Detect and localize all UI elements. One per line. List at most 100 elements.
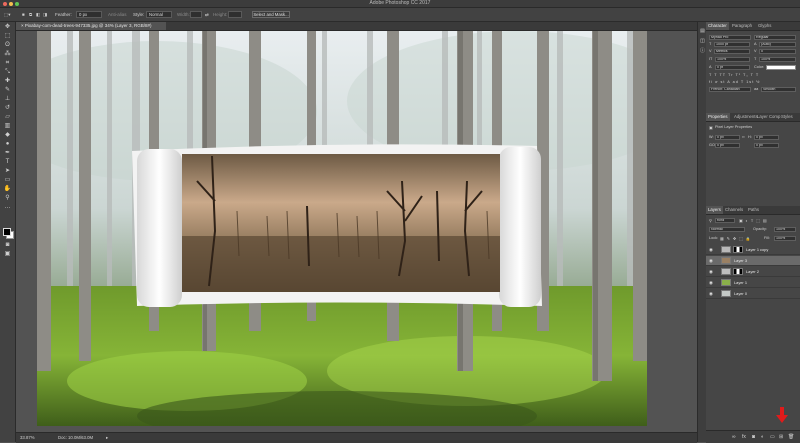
filter-icons[interactable]: ▣ ◐ T ⬚ ▤ (739, 218, 767, 223)
x-input[interactable]: 0 px (715, 143, 740, 148)
tab-paragraph[interactable]: Paragraph (730, 22, 754, 30)
tab-channels[interactable]: Channels (723, 206, 745, 214)
healing-brush-tool-icon[interactable]: ✚ (3, 78, 12, 85)
new-selection-icon[interactable]: ■ (22, 11, 25, 18)
visibility-eye-icon[interactable]: ◉ (709, 258, 713, 263)
baseline-input[interactable]: 0 pt (715, 65, 750, 70)
kind-filter-select[interactable]: Kind (715, 218, 735, 223)
w-input[interactable]: 0 px (715, 135, 740, 140)
history-brush-tool-icon[interactable]: ↺ (3, 105, 12, 112)
document-tab-title: Pixabay-com-dead-trees-947335.jpg @ 34% … (24, 23, 152, 28)
document-tab[interactable]: × Pixabay-com-dead-trees-947335.jpg @ 34… (16, 22, 166, 30)
feather-input[interactable]: 0 px (76, 11, 102, 18)
height-input[interactable] (228, 11, 242, 18)
tracking-select[interactable]: 0 (759, 49, 796, 54)
tab-styles[interactable]: Styles (779, 113, 795, 121)
visibility-eye-icon[interactable]: ◉ (709, 247, 713, 252)
layer-row[interactable]: ◉ Layer 2 (706, 267, 800, 277)
path-selection-tool-icon[interactable]: ➤ (3, 168, 12, 175)
rectangle-tool-icon[interactable]: ▭ (3, 177, 12, 184)
trash-icon[interactable]: 🗑 (788, 435, 794, 440)
layer-row[interactable]: ◉ Layer 3 (706, 256, 800, 266)
antialias-checkbox[interactable]: Anti-alias (108, 11, 127, 18)
type-tool-icon[interactable]: T (3, 159, 12, 166)
pen-tool-icon[interactable]: ✒ (3, 150, 12, 157)
adjustment-icon[interactable]: ◐ (761, 435, 764, 440)
layer-name: Layer 1 copy (746, 247, 769, 252)
tab-glyphs[interactable]: Glyphs (756, 22, 773, 30)
font-size-select[interactable]: 1000 pt (714, 42, 750, 47)
tab-paths[interactable]: Paths (746, 206, 761, 214)
visibility-eye-icon[interactable]: ◉ (709, 269, 713, 274)
opacity-input[interactable]: 100% (774, 227, 796, 232)
h-input[interactable]: 0 px (754, 135, 779, 140)
link-icon[interactable]: ∞ (742, 135, 745, 139)
fx-icon[interactable]: fx (742, 435, 746, 440)
layer-mask-thumbnail[interactable] (733, 268, 743, 275)
status-menu-icon[interactable]: ▸ (106, 435, 108, 441)
layer-thumbnail[interactable] (721, 268, 731, 275)
select-and-mask-button[interactable]: Select and Mask... (252, 11, 290, 18)
fill-input[interactable]: 100% (774, 236, 796, 241)
horizontal-scale-input[interactable]: 100% (759, 57, 796, 62)
blend-mode-select[interactable]: Normal (709, 227, 745, 232)
foreground-color-swatch[interactable] (3, 228, 11, 236)
tab-properties[interactable]: Properties (706, 113, 730, 121)
swap-icon[interactable]: ⇄ (205, 11, 209, 18)
tab-layers[interactable]: Layers (706, 206, 723, 214)
quick-mask-icon[interactable]: ◙ (3, 242, 12, 249)
zoom-tool-icon[interactable]: ⚲ (3, 195, 12, 202)
quick-select-tool-icon[interactable]: ⁂ (3, 51, 12, 58)
layer-thumbnail[interactable] (721, 290, 731, 297)
layer-thumbnail[interactable] (721, 279, 731, 286)
tab-character[interactable]: Character (706, 22, 729, 30)
y-input[interactable]: 0 px (754, 143, 779, 148)
crop-tool-icon[interactable]: ⌗ (3, 60, 12, 67)
blur-tool-icon[interactable]: ◆ (3, 132, 12, 139)
kerning-icon: V (709, 49, 712, 53)
vertical-scale-input[interactable]: 100% (715, 57, 750, 62)
visibility-eye-icon[interactable]: ◉ (709, 291, 713, 296)
opentype-buttons[interactable]: fi ơ st A ad T 1st ½ (709, 80, 760, 84)
lasso-tool-icon[interactable]: ʘ (3, 42, 12, 49)
width-input[interactable] (190, 11, 202, 18)
eyedropper-tool-icon[interactable]: ⤡ (3, 69, 12, 76)
antialias-select[interactable]: Smooth (761, 87, 796, 92)
leading-select[interactable]: (Auto) (759, 42, 796, 47)
layer-row[interactable]: ◉ Layer 1 (706, 278, 800, 288)
mask-icon[interactable]: ◙ (752, 435, 755, 440)
brush-tool-icon[interactable]: ✎ (3, 87, 12, 94)
dodge-tool-icon[interactable]: ● (3, 141, 12, 148)
zoom-level[interactable]: 33.87% (20, 435, 35, 440)
text-style-buttons[interactable]: T T TT Tr T¹ T₁ T T (709, 73, 759, 77)
layer-row[interactable]: ◉ Layer 0 (706, 289, 800, 299)
layer-thumbnail[interactable] (721, 257, 731, 264)
add-selection-icon[interactable]: ⧉ (29, 11, 32, 18)
intersect-selection-icon[interactable]: ◨ (43, 11, 47, 18)
font-family-select[interactable]: Myriad Pro (709, 35, 751, 40)
document-canvas[interactable] (37, 31, 647, 426)
layer-row[interactable]: ◉ Layer 1 copy (706, 245, 800, 255)
new-layer-icon[interactable]: ⊞ (779, 435, 783, 440)
marquee-tool-icon[interactable]: ⬚ (3, 33, 12, 40)
style-select[interactable]: Normal (146, 11, 172, 18)
kerning-select[interactable]: Metrics (714, 49, 750, 54)
marquee-tool-icon[interactable]: ⬚▾ (4, 11, 11, 18)
text-color-swatch[interactable] (766, 65, 796, 70)
clone-stamp-tool-icon[interactable]: ⊥ (3, 96, 12, 103)
link-icon[interactable]: ∞ (732, 435, 736, 440)
font-style-select[interactable]: Regular (754, 35, 796, 40)
language-select[interactable]: French: Canadian (709, 87, 751, 92)
gradient-tool-icon[interactable]: ▥ (3, 123, 12, 130)
subtract-selection-icon[interactable]: ◧ (36, 11, 40, 18)
folder-icon[interactable]: ▭ (770, 435, 775, 440)
screen-mode-icon[interactable]: ▣ (3, 251, 12, 258)
lock-icons[interactable]: ▦ ✎ ✥ ⬚ 🔒 (720, 236, 752, 241)
layer-thumbnail[interactable] (721, 246, 731, 253)
hand-tool-icon[interactable]: ✋ (3, 186, 12, 193)
eraser-tool-icon[interactable]: ▱ (3, 114, 12, 121)
move-tool-icon[interactable]: ✥ (3, 24, 12, 31)
more-tools-icon[interactable]: … (3, 204, 12, 211)
visibility-eye-icon[interactable]: ◉ (709, 280, 713, 285)
layer-mask-thumbnail[interactable] (733, 246, 743, 253)
